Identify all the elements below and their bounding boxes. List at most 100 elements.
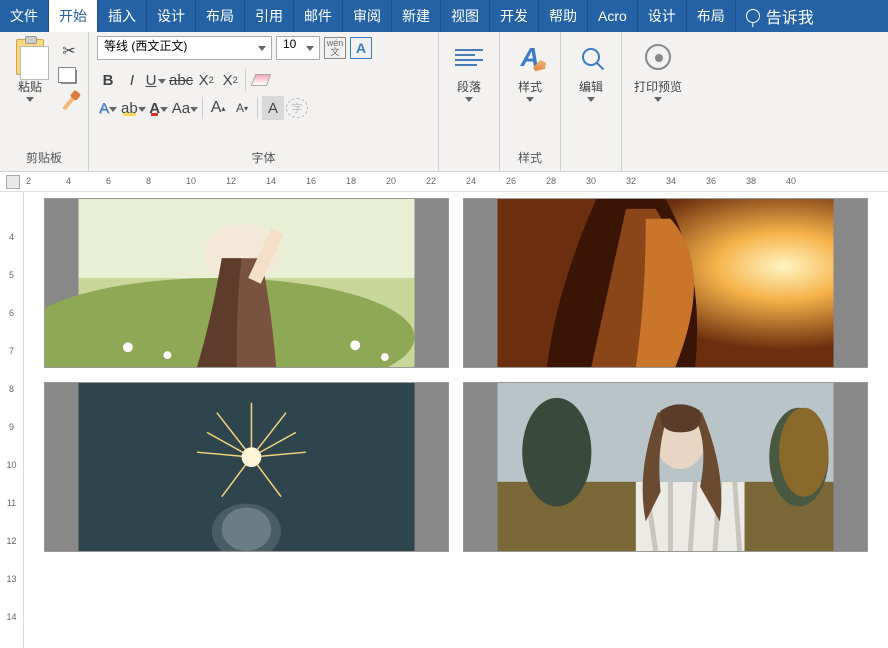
- tab-mailings[interactable]: 邮件: [294, 0, 343, 32]
- ruler-tick: 30: [586, 176, 596, 186]
- tab-developer[interactable]: 开发: [490, 0, 539, 32]
- photo-girl-autumn: [464, 383, 867, 551]
- ruler-tick: 8: [0, 382, 23, 420]
- ruler-tick: 12: [226, 176, 236, 186]
- image-cell[interactable]: [463, 198, 868, 368]
- copy-button[interactable]: [58, 66, 80, 88]
- cut-button[interactable]: ✂: [58, 40, 80, 62]
- document-area[interactable]: [24, 192, 888, 556]
- eraser-icon: [251, 74, 271, 86]
- group-preview: 打印预览: [622, 32, 694, 171]
- tab-design[interactable]: 设计: [147, 0, 196, 32]
- bold-button[interactable]: B: [97, 68, 119, 92]
- ruler-tick: 7: [0, 344, 23, 382]
- enclose-characters-button[interactable]: 字: [286, 98, 308, 118]
- ruler-tick: 5: [0, 268, 23, 306]
- brush-icon: [62, 96, 75, 111]
- character-border-button[interactable]: A: [350, 36, 372, 60]
- grow-font-button[interactable]: A▴: [207, 96, 229, 120]
- copy-icon: [61, 70, 77, 84]
- chevron-down-icon: [138, 107, 146, 112]
- phonetic-guide-button[interactable]: wén文: [324, 36, 346, 60]
- image-cell[interactable]: [44, 198, 449, 368]
- ruler-tick: 12: [0, 534, 23, 572]
- ruler-tick: 22: [426, 176, 436, 186]
- ruler-tick: 11: [0, 496, 23, 534]
- format-painter-button[interactable]: [58, 92, 80, 114]
- tab-layout2[interactable]: 布局: [687, 0, 736, 32]
- tab-home[interactable]: 开始: [49, 0, 98, 32]
- group-paragraph: 段落: [439, 32, 500, 171]
- search-icon: [582, 48, 600, 66]
- image-cell[interactable]: [44, 382, 449, 552]
- tab-new[interactable]: 新建: [392, 0, 441, 32]
- ruler-tick: 18: [346, 176, 356, 186]
- shrink-font-button[interactable]: A▾: [231, 96, 253, 120]
- group-edit: 编辑: [561, 32, 622, 171]
- scissors-icon: ✂: [62, 41, 75, 61]
- tab-review[interactable]: 审阅: [343, 0, 392, 32]
- preview-group-label: [630, 149, 686, 171]
- ruler-tick: 8: [146, 176, 151, 186]
- styles-icon: A: [521, 42, 540, 73]
- chevron-down-icon: [465, 97, 473, 102]
- tell-me-search[interactable]: 告诉我: [736, 0, 824, 32]
- chevron-down-icon: [587, 97, 595, 102]
- paragraph-label: 段落: [457, 78, 481, 95]
- group-font: 等线 (西文正文) 10 wén文 A B I U abc X2 X2 A ab…: [89, 32, 439, 171]
- change-case-button[interactable]: Aa: [172, 96, 198, 120]
- tab-view[interactable]: 视图: [441, 0, 490, 32]
- tab-insert[interactable]: 插入: [98, 0, 147, 32]
- text-effects-button[interactable]: A: [97, 96, 119, 120]
- image-table: [44, 198, 868, 552]
- ruler-tick: 4: [0, 230, 23, 268]
- chevron-down-icon: [158, 79, 166, 84]
- subscript-button[interactable]: X2: [195, 68, 217, 92]
- highlight-color-button[interactable]: ab: [121, 96, 146, 120]
- clipboard-group-label: 剪贴板: [8, 146, 80, 171]
- tab-file[interactable]: 文件: [0, 0, 49, 32]
- edit-label: 编辑: [579, 78, 603, 95]
- ruler-tick: 6: [106, 176, 111, 186]
- tab-layout[interactable]: 布局: [196, 0, 245, 32]
- font-name-select[interactable]: 等线 (西文正文): [97, 36, 272, 60]
- tab-design2[interactable]: 设计: [638, 0, 687, 32]
- ruler-tick: 6: [0, 306, 23, 344]
- styles-label: 样式: [518, 78, 542, 95]
- font-size-select[interactable]: 10: [276, 36, 320, 60]
- italic-button[interactable]: I: [121, 68, 143, 92]
- styles-group-label: 样式: [508, 146, 552, 171]
- tab-help[interactable]: 帮助: [539, 0, 588, 32]
- ruler-tick: 24: [466, 176, 476, 186]
- chevron-down-icon: [109, 107, 117, 112]
- styles-button[interactable]: A 样式: [508, 36, 552, 104]
- tell-me-label: 告诉我: [766, 4, 814, 28]
- tab-references[interactable]: 引用: [245, 0, 294, 32]
- chevron-down-icon: [160, 107, 168, 112]
- preview-icon: [645, 44, 671, 70]
- paragraph-button[interactable]: 段落: [447, 36, 491, 104]
- photo-girl-meadow: [45, 199, 448, 367]
- vertical-ruler[interactable]: 4567891011121314: [0, 192, 24, 648]
- horizontal-ruler[interactable]: 246810121416182022242628303234363840: [0, 172, 888, 192]
- ruler-tick: 16: [306, 176, 316, 186]
- image-cell[interactable]: [463, 382, 868, 552]
- character-shading-button[interactable]: A: [262, 96, 284, 120]
- separator: [202, 97, 203, 119]
- tab-selector-icon[interactable]: [6, 175, 20, 189]
- chevron-down-icon: [26, 97, 34, 102]
- edit-button[interactable]: 编辑: [569, 36, 613, 104]
- ruler-tick: 9: [0, 420, 23, 458]
- a-border-icon: A: [350, 37, 372, 59]
- preview-label: 打印预览: [634, 78, 682, 95]
- paste-button[interactable]: 粘贴: [8, 36, 52, 104]
- font-color-button[interactable]: A: [148, 96, 170, 120]
- strikethrough-button[interactable]: abc: [169, 68, 193, 92]
- tab-acrobat[interactable]: Acro: [588, 0, 638, 32]
- underline-button[interactable]: U: [145, 68, 167, 92]
- ruler-tick: 14: [266, 176, 276, 186]
- superscript-button[interactable]: X2: [219, 68, 241, 92]
- clear-formatting-button[interactable]: [250, 68, 272, 92]
- print-preview-button[interactable]: 打印预览: [630, 36, 686, 104]
- lightbulb-icon: [746, 9, 760, 23]
